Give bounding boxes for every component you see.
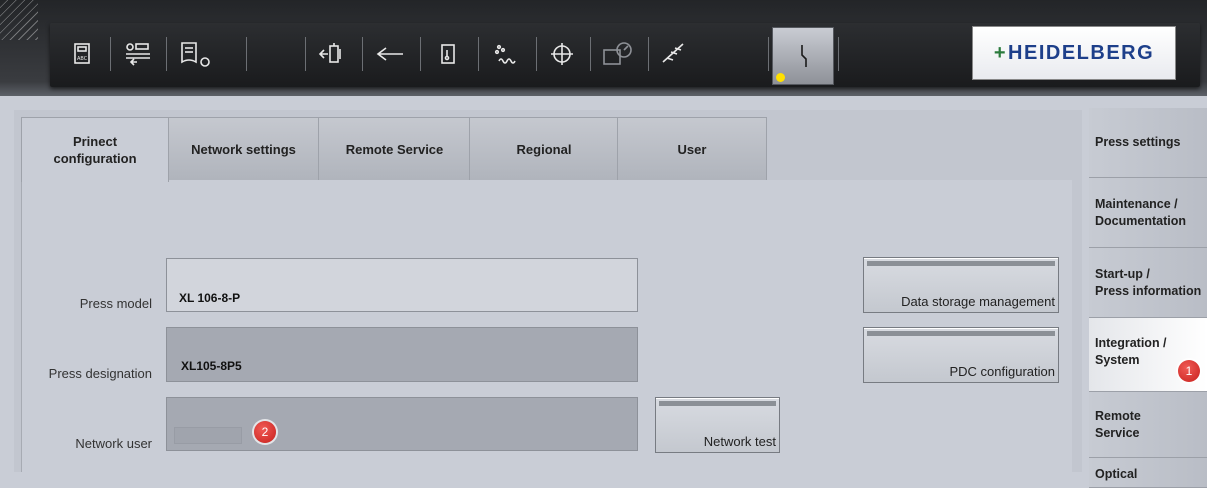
- tab-prinect-configuration[interactable]: Prinect configuration: [21, 117, 169, 182]
- status-indicator: [776, 73, 785, 82]
- network-test-button[interactable]: Network test: [655, 397, 780, 453]
- feeder-icon[interactable]: [310, 35, 354, 73]
- sidebar-item-press-settings[interactable]: Press settings: [1089, 108, 1207, 178]
- press-designation-label: Press designation: [48, 366, 152, 381]
- inking-unit-icon[interactable]: [426, 35, 470, 73]
- tab-remote-service[interactable]: Remote Service: [318, 117, 471, 180]
- delivery-icon[interactable]: [652, 35, 696, 73]
- svg-text:ABC: ABC: [77, 56, 88, 62]
- callout-badge-2: 2: [254, 421, 276, 443]
- heidelberg-logo: + HEIDELBERG: [972, 26, 1176, 80]
- tab-regional[interactable]: Regional: [469, 117, 619, 180]
- press-model-field: XL 106-8-P: [166, 258, 638, 312]
- pdc-configuration-button[interactable]: PDC configuration: [863, 327, 1059, 383]
- top-bar: ABC + HEIDELBERG: [0, 0, 1207, 96]
- data-storage-management-button[interactable]: Data storage management: [863, 257, 1059, 313]
- network-user-label: Network user: [75, 436, 152, 451]
- dampening-icon[interactable]: [484, 35, 528, 73]
- press-designation-field[interactable]: XL105-8P5: [166, 327, 638, 382]
- network-user-input-slot[interactable]: [174, 427, 242, 444]
- sidebar-item-maintenance-documentation[interactable]: Maintenance / Documentation: [1089, 178, 1207, 248]
- tab-user[interactable]: User: [617, 117, 767, 180]
- data-transfer-icon[interactable]: [116, 35, 160, 73]
- job-document-icon[interactable]: [174, 35, 218, 73]
- tab-network-settings[interactable]: Network settings: [167, 117, 320, 180]
- sidebar-item-startup-press-information[interactable]: Start-up / Press information: [1089, 248, 1207, 318]
- arrow-left-icon[interactable]: [368, 35, 412, 73]
- register-crosshair-icon[interactable]: [540, 35, 584, 73]
- callout-badge-1: 1: [1178, 360, 1200, 382]
- sd-card-icon[interactable]: ABC: [60, 35, 104, 73]
- press-model-label: Press model: [79, 296, 152, 311]
- main-toolbar: ABC + HEIDELBERG: [50, 23, 1200, 87]
- sidebar-item-remote-service[interactable]: Remote Service: [1089, 392, 1207, 458]
- right-sidebar: Press settings Maintenance / Documentatio…: [1089, 108, 1207, 488]
- sidebar-item-optical[interactable]: Optical: [1089, 458, 1207, 488]
- color-measurement-icon[interactable]: [596, 35, 640, 73]
- corner-grip: [0, 0, 38, 40]
